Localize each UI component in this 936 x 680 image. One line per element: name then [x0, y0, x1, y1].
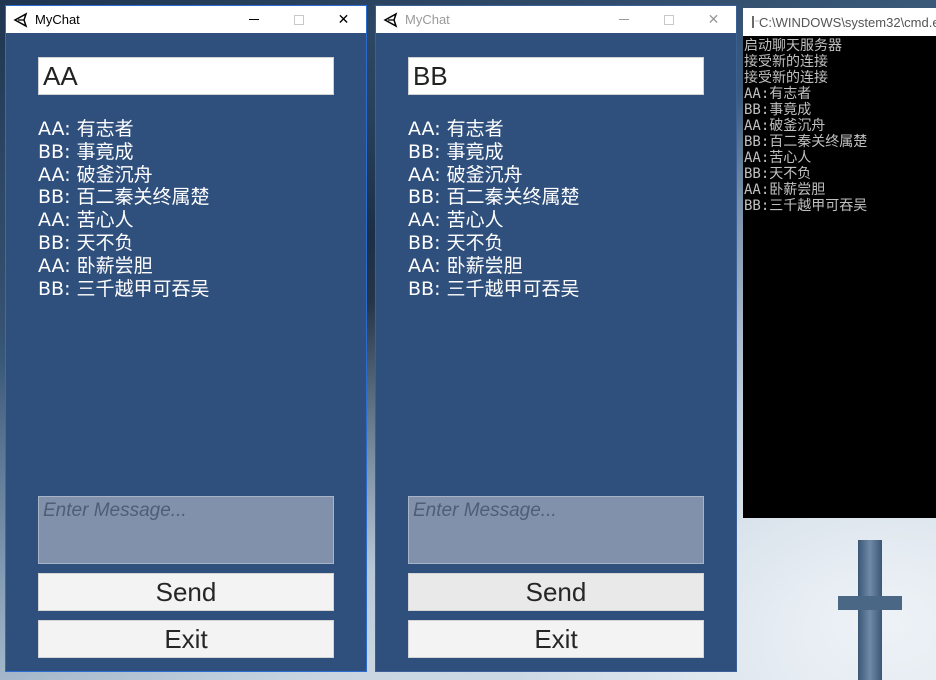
send-button[interactable]: Send [408, 573, 704, 611]
chat-message: BB: 百二秦关终属楚 [408, 186, 580, 209]
chat-message: AA: 卧薪尝胆 [38, 254, 153, 277]
chat-window-bb: MyChat ✕ BB AA: 有志者 BB: 事竟成 AA: 破釜沉舟 BB:… [375, 5, 737, 672]
message-input[interactable]: Enter Message... [408, 496, 704, 564]
chat-message: AA: 有志者 [408, 118, 504, 140]
terminal-icon [752, 16, 760, 28]
chat-message: BB: 三千越甲可吞吴 [38, 277, 210, 300]
console-line: AA:有志者 [744, 86, 812, 102]
chat-message: BB: 百二秦关终属楚 [38, 186, 210, 209]
window-title: MyChat [35, 12, 80, 27]
unity-logo-icon [383, 11, 398, 28]
wallpaper-sword [858, 540, 882, 680]
minimize-button[interactable] [231, 6, 276, 33]
wallpaper-sword-guard [838, 596, 902, 610]
console-line: BB:百二秦关终属楚 [744, 134, 868, 150]
chat-message: AA: 破釜沉舟 [408, 163, 523, 186]
message-input[interactable]: Enter Message... [38, 496, 334, 564]
maximize-icon [663, 14, 674, 25]
chat-window-aa: MyChat ✕ AA AA: 有志者 BB: 事竟成 AA: 破釜沉舟 BB:… [5, 5, 367, 672]
close-button[interactable]: ✕ [691, 6, 736, 33]
chat-message: BB: 天不负 [408, 231, 504, 254]
console-line: BB:三千越甲可吞吴 [744, 198, 868, 214]
chat-message: AA: 苦心人 [408, 209, 504, 232]
console-line: 接受新的连接 [744, 70, 828, 86]
exit-button[interactable]: Exit [38, 620, 334, 658]
minimize-button[interactable] [601, 6, 646, 33]
console-output: 启动聊天服务器 接受新的连接 接受新的连接 AA:有志者 BB:事竟成 AA:破… [744, 38, 936, 214]
console-window: C:\WINDOWS\system32\cmd.exe 启动聊天服务器 接受新的… [743, 8, 936, 518]
close-button[interactable]: ✕ [321, 6, 366, 33]
chat-message: AA: 卧薪尝胆 [408, 254, 523, 277]
chat-messages: AA: 有志者 BB: 事竟成 AA: 破釜沉舟 BB: 百二秦关终属楚 AA:… [38, 118, 338, 300]
chat-messages: AA: 有志者 BB: 事竟成 AA: 破釜沉舟 BB: 百二秦关终属楚 AA:… [408, 118, 708, 300]
minimize-icon [618, 19, 629, 20]
maximize-icon [293, 14, 304, 25]
maximize-button[interactable] [646, 6, 691, 33]
console-line: 启动聊天服务器 [744, 38, 842, 54]
console-titlebar[interactable]: C:\WINDOWS\system32\cmd.exe [743, 8, 936, 36]
chat-message: AA: 破釜沉舟 [38, 163, 153, 186]
chat-message: AA: 有志者 [38, 118, 134, 140]
console-line: BB:天不负 [744, 166, 812, 182]
window-titlebar[interactable]: MyChat ✕ [376, 6, 736, 33]
console-line: 接受新的连接 [744, 54, 828, 70]
unity-logo-icon [13, 11, 28, 28]
chat-message: BB: 事竟成 [38, 140, 134, 163]
send-button[interactable]: Send [38, 573, 334, 611]
console-line: BB:事竟成 [744, 102, 812, 118]
chat-message: BB: 天不负 [38, 231, 134, 254]
console-line: AA:卧薪尝胆 [744, 182, 826, 198]
username-field[interactable]: AA [38, 57, 334, 95]
close-icon: ✕ [337, 11, 350, 28]
window-title: MyChat [405, 12, 450, 27]
chat-message: AA: 苦心人 [38, 209, 134, 232]
close-icon: ✕ [707, 11, 720, 28]
chat-message: BB: 事竟成 [408, 140, 504, 163]
chat-message: BB: 三千越甲可吞吴 [408, 277, 580, 300]
exit-button[interactable]: Exit [408, 620, 704, 658]
console-line: AA:破釜沉舟 [744, 118, 826, 134]
console-title: C:\WINDOWS\system32\cmd.exe [759, 14, 936, 30]
maximize-button[interactable] [276, 6, 321, 33]
console-line: AA:苦心人 [744, 150, 812, 166]
minimize-icon [248, 19, 259, 20]
window-titlebar[interactable]: MyChat ✕ [6, 6, 366, 33]
username-field[interactable]: BB [408, 57, 704, 95]
